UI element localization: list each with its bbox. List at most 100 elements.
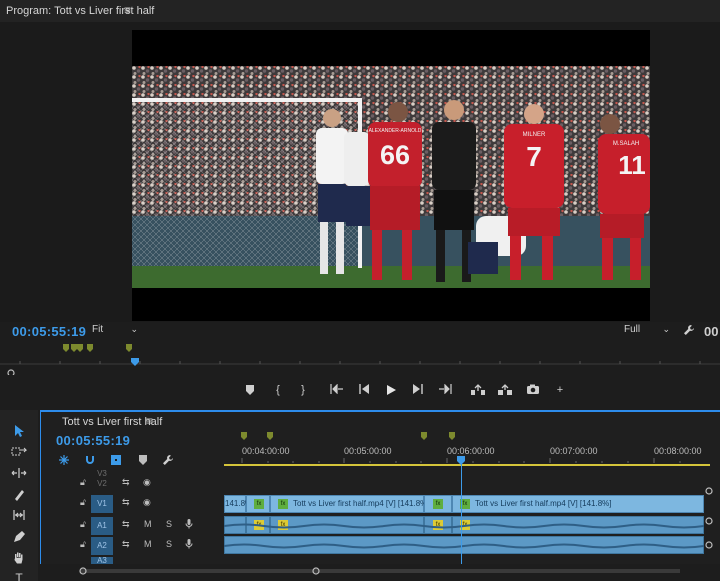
play-icon[interactable] xyxy=(382,384,400,400)
step-forward-icon[interactable] xyxy=(409,384,427,400)
clip-label: Tott vs Liver first half.mp4 [V] [141.8%… xyxy=(293,499,430,508)
timeline-playhead-line[interactable] xyxy=(461,456,462,566)
mute-button[interactable]: M xyxy=(144,519,152,529)
jersey-number-11: 11 xyxy=(618,150,646,180)
track-header-a3[interactable]: A3 xyxy=(42,556,224,564)
button-editor-plus-icon[interactable]: + xyxy=(551,384,569,400)
chevron-down-icon: ⌄ xyxy=(662,324,670,334)
eye-icon[interactable]: ◉ xyxy=(143,497,151,508)
track-label[interactable]: V1 xyxy=(91,495,113,513)
pen-tool-icon[interactable] xyxy=(9,530,29,548)
track-select-tool-icon[interactable] xyxy=(9,446,29,464)
ruler-label: 00:04:00:00 xyxy=(242,446,290,456)
fx-badge: fx xyxy=(433,499,443,509)
lock-icon[interactable]: 🔓︎ xyxy=(80,519,86,530)
ruler-label: 00:05:00:00 xyxy=(344,446,392,456)
hand-tool-icon[interactable] xyxy=(9,551,29,569)
marker-icon[interactable] xyxy=(421,432,427,440)
ruler-label: 00:07:00:00 xyxy=(550,446,598,456)
marker-icon[interactable] xyxy=(63,344,69,352)
track-header-a1[interactable]: 🔓︎ A1 ⇆ M S xyxy=(42,516,224,536)
track-label[interactable]: A2 xyxy=(91,537,113,555)
razor-tool-icon[interactable] xyxy=(9,488,29,506)
track-clips: 141.8%] fx fx Tott vs Liver first half.m… xyxy=(224,465,710,565)
vertical-zoom-handle[interactable] xyxy=(705,486,713,498)
eye-icon[interactable]: ◉ xyxy=(143,477,151,488)
export-frame-camera-icon[interactable] xyxy=(524,384,542,400)
sync-lock-icon[interactable]: ⇆ xyxy=(122,519,130,530)
program-mini-timeline[interactable] xyxy=(0,341,720,377)
timeline-horizontal-scrollbar[interactable] xyxy=(40,564,720,581)
track-label[interactable]: A1 xyxy=(91,517,113,535)
tools-panel: T xyxy=(0,410,38,581)
marker-icon[interactable] xyxy=(87,344,93,352)
track-header-v1[interactable]: 🔓︎ V1 ⇆ ◉ xyxy=(42,494,224,514)
selection-tool-icon[interactable] xyxy=(9,424,29,442)
marker-icon[interactable] xyxy=(449,432,455,440)
clip-label: Tott vs Liver first half.mp4 [V] [141.8%… xyxy=(475,499,612,508)
sequence-playhead-timecode[interactable]: 00:05:55:19 xyxy=(56,433,130,448)
program-monitor-title[interactable]: Program: Tott vs Liver first half xyxy=(6,5,154,17)
vertical-zoom-handle[interactable] xyxy=(705,540,713,552)
mute-button[interactable]: M xyxy=(144,539,152,549)
mark-out-icon[interactable]: } xyxy=(294,384,312,400)
ruler-label: 00:08:00:00 xyxy=(654,446,702,456)
jersey-number-66: 66 xyxy=(380,140,410,170)
sync-lock-icon[interactable]: ⇆ xyxy=(122,539,130,550)
chevron-down-icon: ⌄ xyxy=(130,324,138,334)
jersey-name-11: M.SALAH xyxy=(613,141,639,147)
sequence-panel-menu-icon[interactable]: ≡ xyxy=(146,414,153,428)
marker-icon[interactable] xyxy=(267,432,273,440)
program-settings-wrench-icon[interactable] xyxy=(683,324,695,339)
program-playhead-icon[interactable] xyxy=(131,358,139,366)
go-to-out-icon[interactable] xyxy=(436,383,454,400)
zoom-level-select[interactable]: Fit ⌄ xyxy=(92,324,140,338)
go-to-in-icon[interactable] xyxy=(328,383,346,400)
track-header-a2[interactable]: 🔓︎ A2 ⇆ M S xyxy=(42,536,224,556)
video-clip[interactable]: 141.8%] xyxy=(224,495,254,513)
marker-icon[interactable] xyxy=(77,344,83,352)
soccer-scene-image: 1 ALEXANDER-ARNOLD 66 xyxy=(132,66,650,288)
lock-icon[interactable]: 🔓︎ xyxy=(80,539,86,550)
fx-badge: fx xyxy=(254,499,264,509)
zoom-scroll-handle[interactable] xyxy=(7,369,15,377)
microphone-icon[interactable] xyxy=(185,539,193,551)
extract-icon[interactable] xyxy=(496,384,514,400)
add-marker-icon[interactable] xyxy=(241,384,259,400)
jersey-name-66: ALEXANDER-ARNOLD xyxy=(369,128,422,134)
track-label[interactable]: A3 xyxy=(91,557,113,564)
lock-icon[interactable]: 🔓︎ xyxy=(80,497,86,508)
playback-resolution-value: Full xyxy=(624,324,641,335)
program-panel-menu-icon[interactable]: ≡ xyxy=(124,3,131,17)
time-ruler[interactable]: 00:04:00:00 00:05:00:00 00:06:00:00 00:0… xyxy=(224,430,710,466)
marker-icon[interactable] xyxy=(241,432,247,440)
marker-icon[interactable] xyxy=(126,344,132,352)
marker-icon[interactable] xyxy=(71,344,77,352)
solo-button[interactable]: S xyxy=(166,539,172,549)
mark-in-icon[interactable]: { xyxy=(269,384,287,400)
video-clip[interactable]: fx xyxy=(424,495,452,513)
jersey-number-7: 7 xyxy=(526,141,542,172)
vertical-zoom-handle[interactable] xyxy=(705,516,713,528)
lock-icon[interactable]: 🔓︎ xyxy=(80,477,86,488)
video-clip[interactable]: fx Tott vs Liver first half.mp4 [V] [141… xyxy=(452,495,704,513)
step-back-icon[interactable] xyxy=(355,384,373,400)
microphone-icon[interactable] xyxy=(185,519,193,531)
playback-resolution-select[interactable]: Full ⌄ xyxy=(624,324,672,338)
video-picture: 1 ALEXANDER-ARNOLD 66 xyxy=(132,66,650,288)
lift-icon[interactable] xyxy=(469,384,487,400)
sync-lock-icon[interactable]: ⇆ xyxy=(122,477,130,488)
jersey-name-7: MILNER xyxy=(523,132,546,138)
slip-tool-icon[interactable] xyxy=(9,509,29,527)
ripple-edit-tool-icon[interactable] xyxy=(9,467,29,485)
track-header-v2[interactable]: 🔓︎ V2 ⇆ ◉ xyxy=(42,474,224,494)
program-playhead-timecode[interactable]: 00:05:55:19 xyxy=(12,324,86,339)
video-clip[interactable]: fx xyxy=(246,495,270,513)
video-clip[interactable]: fx Tott vs Liver first half.mp4 [V] [141… xyxy=(270,495,430,513)
type-tool-icon[interactable]: T xyxy=(9,571,29,581)
ruler-label: 00:06:00:00 xyxy=(447,446,495,456)
fx-badge: fx xyxy=(278,499,288,509)
solo-button[interactable]: S xyxy=(166,519,172,529)
sync-lock-icon[interactable]: ⇆ xyxy=(122,497,130,508)
track-label[interactable]: V2 xyxy=(91,475,113,493)
